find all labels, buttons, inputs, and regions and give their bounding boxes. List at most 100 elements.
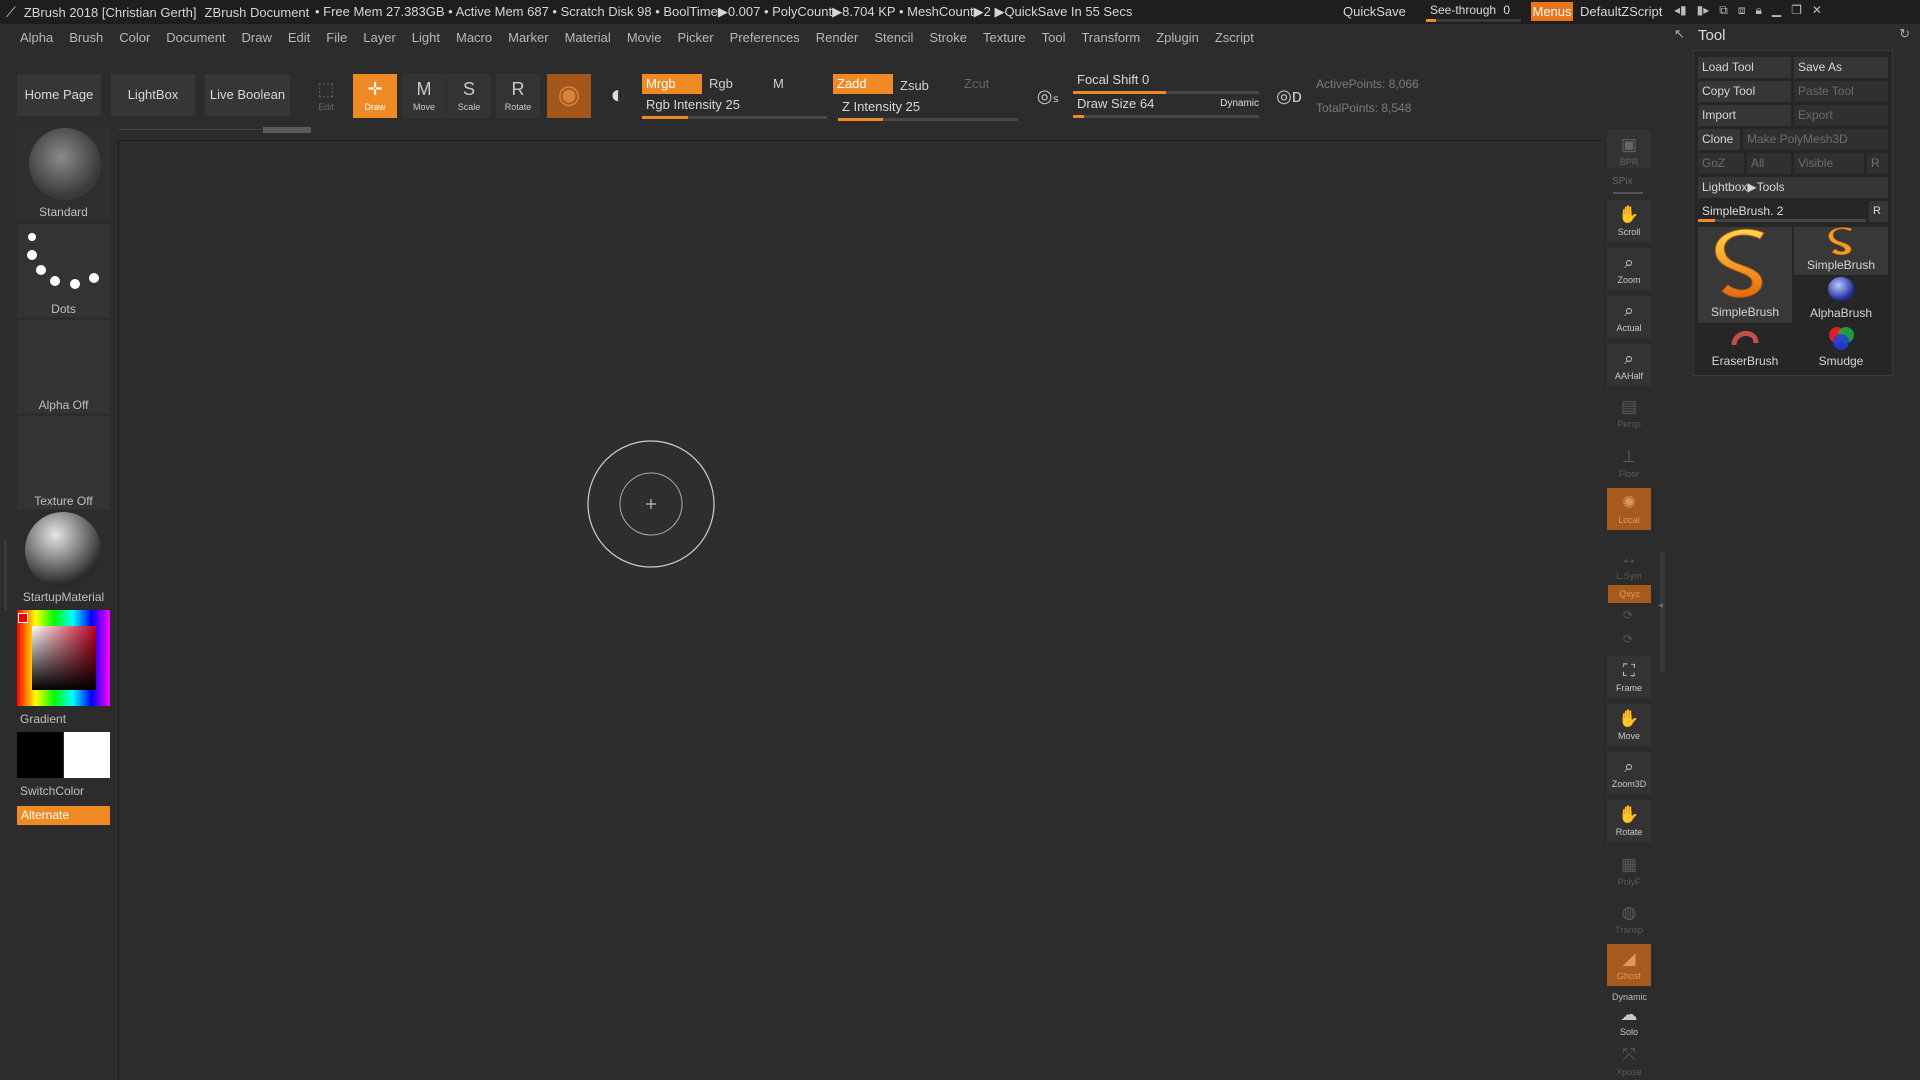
- menu-transform[interactable]: Transform: [1073, 30, 1148, 45]
- pin-icon[interactable]: ↖: [1674, 26, 1685, 42]
- copy-tool-button[interactable]: Copy Tool: [1698, 81, 1791, 102]
- arrows-right-icon[interactable]: ▮▸: [1697, 3, 1710, 18]
- right-tray-handle[interactable]: [1660, 552, 1665, 672]
- edit-mode-button[interactable]: ⬚ Edit: [304, 74, 348, 118]
- zoom-button[interactable]: ⌕ Zoom: [1607, 248, 1651, 290]
- aahalf-button[interactable]: ⌕ AAHalf: [1607, 344, 1651, 386]
- menu-color[interactable]: Color: [111, 30, 158, 45]
- load-tool-button[interactable]: Load Tool: [1698, 57, 1791, 78]
- expand-tray-icon[interactable]: ◂: [1658, 600, 1663, 611]
- menu-stencil[interactable]: Stencil: [866, 30, 921, 45]
- rgb-intensity-slider[interactable]: Rgb Intensity 25: [642, 97, 827, 119]
- quicksave-button[interactable]: QuickSave: [1343, 4, 1406, 19]
- material-swatch-button[interactable]: ◉: [547, 74, 591, 118]
- menu-file[interactable]: File: [318, 30, 355, 45]
- sphere-toggle-button[interactable]: ◐: [596, 74, 640, 118]
- document-canvas[interactable]: [118, 140, 1603, 1080]
- menu-macro[interactable]: Macro: [448, 30, 500, 45]
- home-page-button[interactable]: Home Page: [17, 74, 101, 116]
- alternate-button[interactable]: Alternate: [17, 806, 110, 825]
- move-view-button[interactable]: ✋ Move: [1607, 704, 1651, 746]
- tool-palette-header[interactable]: ↖ Tool ↻: [1672, 24, 1920, 48]
- arrows-left-icon[interactable]: ◂▮: [1674, 3, 1687, 18]
- ghost-button[interactable]: ◢ Ghost: [1607, 944, 1651, 986]
- frame-button[interactable]: ⛶ Frame: [1607, 656, 1651, 698]
- menu-layer[interactable]: Layer: [355, 30, 404, 45]
- layout-icon[interactable]: ⧉: [1719, 3, 1728, 18]
- menu-alpha[interactable]: Alpha: [12, 30, 61, 45]
- menu-tool[interactable]: Tool: [1034, 30, 1074, 45]
- save-as-button[interactable]: Save As: [1794, 57, 1888, 78]
- goz-visible-button[interactable]: Visible: [1794, 153, 1864, 174]
- lock-icon[interactable]: 🔒︎: [1756, 3, 1762, 18]
- close-icon[interactable]: ✕: [1812, 3, 1822, 18]
- color-picker-square[interactable]: [32, 626, 96, 690]
- spix-slider-track[interactable]: [1613, 192, 1643, 194]
- export-button[interactable]: Export: [1794, 105, 1888, 126]
- simplebrush-thumb[interactable]: SimpleBrush: [1794, 227, 1888, 275]
- draw-mode-button[interactable]: ✛ Draw: [353, 74, 397, 118]
- menu-document[interactable]: Document: [158, 30, 233, 45]
- rotate-z-icon[interactable]: ⟳: [1623, 632, 1633, 646]
- lsym-button[interactable]: ↔ L.Sym: [1607, 544, 1651, 586]
- scale-mode-button[interactable]: S Scale: [447, 74, 491, 118]
- menu-light[interactable]: Light: [404, 30, 448, 45]
- color-picker[interactable]: [17, 610, 110, 706]
- menu-material[interactable]: Material: [557, 30, 619, 45]
- rotate-y-icon[interactable]: ⟳: [1623, 608, 1633, 622]
- current-tool-r-button[interactable]: R: [1869, 201, 1888, 222]
- polyf-button[interactable]: ▦ PolyF: [1607, 850, 1651, 892]
- actual-button[interactable]: ⌕ Actual: [1607, 296, 1651, 338]
- live-boolean-button[interactable]: Live Boolean: [205, 74, 290, 116]
- layout-alt-icon[interactable]: ⧈: [1738, 3, 1746, 18]
- menu-stroke[interactable]: Stroke: [921, 30, 975, 45]
- document-scroll-thumb[interactable]: [263, 127, 311, 133]
- xyz-button[interactable]: Qxyz: [1608, 585, 1651, 603]
- menu-texture[interactable]: Texture: [975, 30, 1034, 45]
- rgb-button[interactable]: Rgb: [705, 74, 765, 94]
- lightbox-button[interactable]: LightBox: [111, 74, 195, 116]
- simplebrush-large-thumb[interactable]: SimpleBrush: [1698, 227, 1792, 323]
- goz-r-button[interactable]: R: [1867, 153, 1888, 174]
- local-button[interactable]: ✺ Local: [1607, 488, 1651, 530]
- restore-icon[interactable]: ❐: [1791, 3, 1802, 18]
- minimize-icon[interactable]: ▁: [1772, 3, 1781, 18]
- draw-size-slider[interactable]: Draw Size 64 Dynamic: [1073, 96, 1259, 118]
- paste-tool-button[interactable]: Paste Tool: [1794, 81, 1888, 102]
- transp-button[interactable]: ◍ Transp: [1607, 898, 1651, 940]
- solo-button[interactable]: ☁ Solo: [1607, 1000, 1651, 1037]
- alphabrush-thumb[interactable]: AlphaBrush: [1794, 275, 1888, 323]
- menu-draw[interactable]: Draw: [234, 30, 280, 45]
- switch-color-button[interactable]: SwitchColor: [20, 784, 84, 798]
- scroll-button[interactable]: ✋ Scroll: [1607, 200, 1651, 242]
- left-tray-handle[interactable]: [4, 540, 7, 610]
- zadd-button[interactable]: Zadd: [833, 74, 893, 94]
- lightbox-tools-button[interactable]: Lightbox▶Tools: [1698, 177, 1888, 198]
- menu-zscript[interactable]: Zscript: [1207, 30, 1262, 45]
- eraserbrush-thumb[interactable]: EraserBrush: [1698, 323, 1792, 371]
- m-button[interactable]: M: [769, 74, 829, 94]
- menu-brush[interactable]: Brush: [61, 30, 111, 45]
- spix-slider[interactable]: SPix: [1612, 176, 1633, 187]
- smudge-thumb[interactable]: Smudge: [1794, 323, 1888, 371]
- clone-button[interactable]: Clone: [1698, 129, 1740, 150]
- zsub-button[interactable]: Zsub: [896, 76, 956, 96]
- sculptris-d-button[interactable]: ◎ᴅ: [1266, 80, 1312, 116]
- goz-all-button[interactable]: All: [1747, 153, 1791, 174]
- goz-button[interactable]: GoZ: [1698, 153, 1744, 174]
- persp-button[interactable]: ▤ Persp: [1607, 392, 1651, 434]
- secondary-color-swatch[interactable]: [64, 732, 110, 778]
- bpr-button[interactable]: ▣ BPR: [1607, 130, 1651, 168]
- zoom3d-button[interactable]: ⌕ Zoom3D: [1607, 752, 1651, 794]
- z-intensity-slider[interactable]: Z Intensity 25: [838, 99, 1018, 121]
- menus-toggle-button[interactable]: Menus: [1531, 2, 1573, 21]
- rotate-mode-button[interactable]: R Rotate: [496, 74, 540, 118]
- refresh-icon[interactable]: ↻: [1899, 26, 1910, 42]
- menu-preferences[interactable]: Preferences: [722, 30, 808, 45]
- document-scroll-bar[interactable]: [118, 126, 1603, 134]
- dynamic-toggle[interactable]: Dynamic: [1220, 98, 1259, 109]
- floor-button[interactable]: ⊥ Floor: [1607, 442, 1651, 484]
- primary-color-swatch[interactable]: [17, 732, 63, 778]
- focal-shift-slider[interactable]: Focal Shift 0: [1073, 72, 1259, 94]
- mrgb-button[interactable]: Mrgb: [642, 74, 702, 94]
